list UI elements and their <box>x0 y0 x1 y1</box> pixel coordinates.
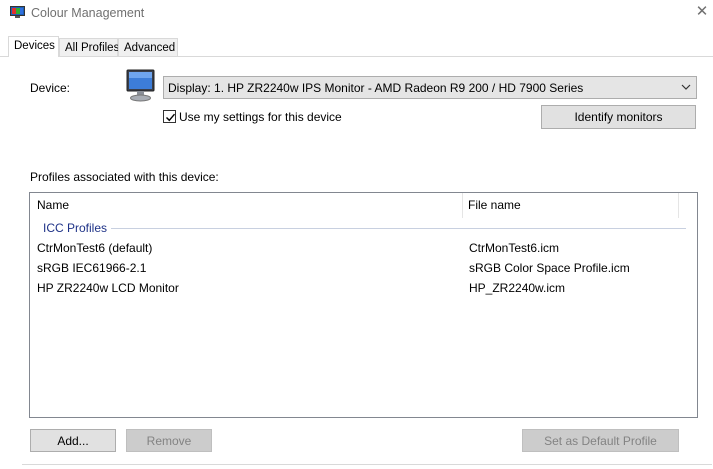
device-dropdown[interactable]: Display: 1. HP ZR2240w IPS Monitor - AMD… <box>163 76 697 99</box>
tab-devices[interactable]: Devices <box>8 36 59 57</box>
use-my-settings-label[interactable]: Use my settings for this device <box>179 110 342 124</box>
window-title: Colour Management <box>31 6 145 20</box>
tab-all-profiles[interactable]: All Profiles <box>59 38 119 56</box>
close-icon[interactable]: ✕ <box>691 2 713 22</box>
profile-name: CtrMonTest6 (default) <box>37 241 153 255</box>
identify-monitors-button[interactable]: Identify monitors <box>541 105 696 129</box>
use-my-settings-checkbox[interactable] <box>163 110 176 123</box>
title-bar: Colour Management ✕ <box>0 0 713 28</box>
column-header-name[interactable]: Name <box>30 193 463 218</box>
profile-file: HP_ZR2240w.icm <box>469 281 566 295</box>
add-profile-button[interactable]: Add... <box>30 429 116 452</box>
profile-name: sRGB IEC61966-2.1 <box>37 261 147 275</box>
chevron-down-icon <box>681 81 691 93</box>
table-row[interactable]: sRGB IEC61966-2.1 sRGB Color Space Profi… <box>30 259 697 279</box>
profiles-list[interactable]: Name File name ICC Profiles CtrMonTest6 … <box>29 192 698 418</box>
profile-name: HP ZR2240w LCD Monitor <box>37 281 179 295</box>
device-label: Device: <box>30 81 71 95</box>
profile-file: CtrMonTest6.icm <box>469 241 560 255</box>
tab-advanced[interactable]: Advanced <box>118 38 178 56</box>
table-row[interactable]: CtrMonTest6 (default) CtrMonTest6.icm <box>30 239 697 259</box>
divider <box>22 464 712 465</box>
tab-strip: Devices All Profiles Advanced <box>0 36 713 57</box>
group-label-icc-profiles: ICC Profiles <box>43 221 108 235</box>
monitor-icon <box>126 69 156 103</box>
column-header-file-name[interactable]: File name <box>463 193 679 218</box>
remove-profile-button[interactable]: Remove <box>126 429 212 452</box>
profile-file: sRGB Color Space Profile.icm <box>469 261 630 275</box>
device-dropdown-value: Display: 1. HP ZR2240w IPS Monitor - AMD… <box>168 81 584 95</box>
profiles-label: Profiles associated with this device: <box>30 170 219 184</box>
set-default-profile-button[interactable]: Set as Default Profile <box>522 429 679 452</box>
group-divider <box>111 228 686 229</box>
table-row[interactable]: HP ZR2240w LCD Monitor HP_ZR2240w.icm <box>30 279 697 299</box>
colour-management-app-icon <box>10 6 25 19</box>
